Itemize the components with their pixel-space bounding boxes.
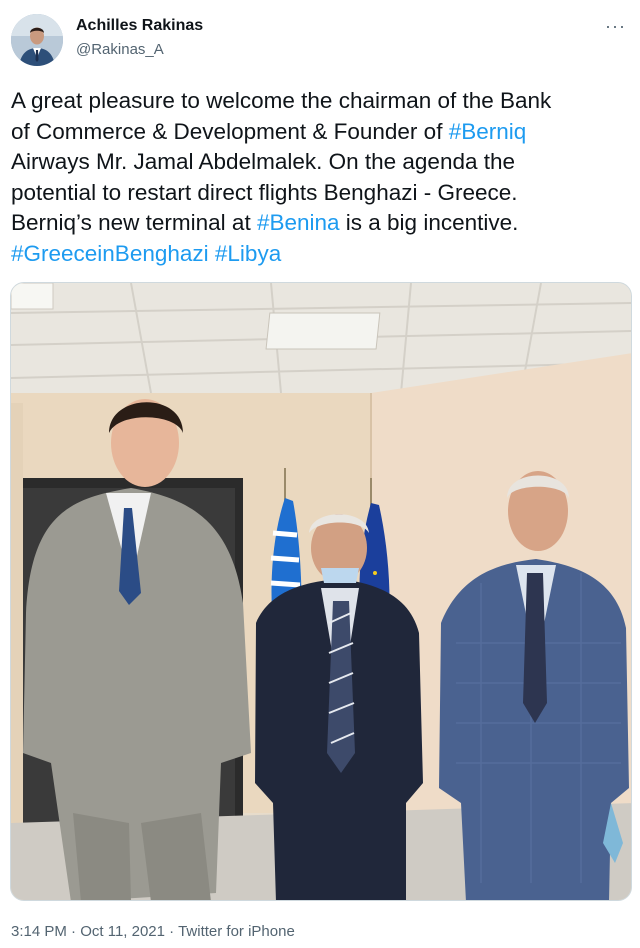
- meeting-photo-image: [11, 283, 631, 900]
- tweet-time[interactable]: 3:14 PM: [11, 923, 67, 940]
- tweet-text-segment: A great pleasure to welcome the chairman…: [11, 88, 552, 113]
- tweet-line: A great pleasure to welcome the chairman…: [11, 86, 631, 117]
- hashtag-link[interactable]: #Libya: [215, 241, 281, 266]
- tweet-text: A great pleasure to welcome the chairman…: [11, 86, 631, 269]
- profile-photo-icon: [11, 14, 63, 66]
- tweet-text-segment: is a big incentive.: [339, 210, 519, 235]
- tweet-photo[interactable]: [10, 282, 632, 901]
- tweet-line: potential to restart direct flights Beng…: [11, 178, 631, 209]
- more-dots-icon[interactable]: ···: [605, 16, 626, 37]
- author-name[interactable]: Achilles Rakinas: [76, 17, 203, 35]
- tweet-meta: 3:14 PM · Oct 11, 2021 · Twitter for iPh…: [11, 923, 295, 940]
- tweet-text-segment: potential to restart direct flights Beng…: [11, 179, 518, 205]
- tweet-text-segment: Airways Mr. Jamal Abdelmalek. On the age…: [11, 149, 516, 174]
- hashtag-link[interactable]: #GreeceinBenghazi: [11, 241, 209, 266]
- tweet-source[interactable]: Twitter for iPhone: [178, 923, 295, 940]
- tweet-line: Airways Mr. Jamal Abdelmalek. On the age…: [11, 147, 631, 178]
- tweet-line: of Commerce & Development & Founder of #…: [11, 117, 631, 148]
- meta-separator: ·: [165, 923, 179, 940]
- tweet-line: Berniq’s new terminal at #Benina is a bi…: [11, 208, 631, 239]
- hashtag-link[interactable]: #Benina: [257, 210, 340, 235]
- tweet-text-segment: Berniq’s new terminal at: [11, 210, 257, 235]
- author-handle[interactable]: @Rakinas_A: [76, 41, 164, 58]
- hashtag-link[interactable]: #Berniq: [449, 119, 527, 144]
- tweet-text-segment: of Commerce & Development & Founder of: [11, 118, 449, 144]
- tweet-line: #GreeceinBenghazi #Libya: [11, 239, 631, 270]
- meta-separator: ·: [66, 923, 81, 940]
- tweet-date[interactable]: Oct 11, 2021: [80, 923, 165, 940]
- avatar[interactable]: [11, 14, 63, 66]
